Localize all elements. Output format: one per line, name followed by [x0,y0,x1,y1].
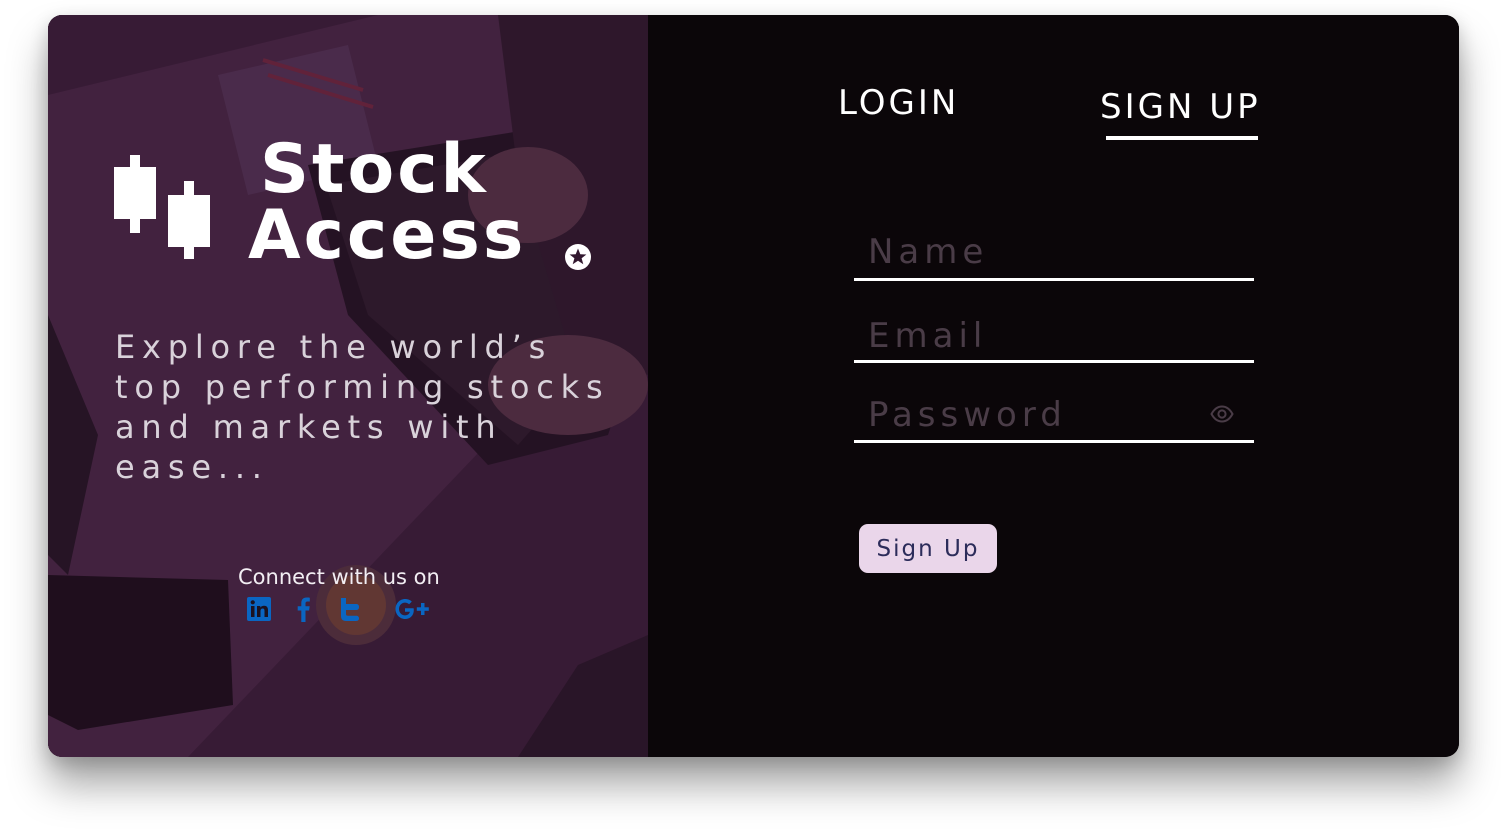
connect-label: Connect with us on [238,565,440,589]
linkedin-icon[interactable] [246,595,272,623]
brand-name-line2: Access [248,196,527,275]
sign-up-button[interactable]: Sign Up [859,524,997,573]
star-badge-icon [565,244,591,270]
auth-card: Stock Access Explore the world’s top per… [48,15,1459,757]
password-field [854,391,1254,443]
brand-panel: Stock Access Explore the world’s top per… [48,15,648,757]
auth-form-panel: LOGIN SIGN UP Sign Up [648,15,1459,757]
twitter-icon[interactable] [339,595,361,623]
active-tab-indicator [1106,136,1258,140]
tab-login[interactable]: LOGIN [838,83,959,123]
eye-icon[interactable] [1210,405,1234,423]
brand-name: Stock Access [248,130,527,275]
facebook-icon[interactable] [295,595,311,623]
tab-signup[interactable]: SIGN UP [1100,87,1261,127]
name-field [854,228,1254,281]
candlestick-logo-icon [114,155,210,259]
password-input[interactable] [854,391,1208,439]
name-input[interactable] [854,228,1208,276]
tagline: Explore the world’s top performing stock… [115,328,610,486]
brand-name-line1: Stock [260,130,489,209]
google-plus-icon[interactable] [394,595,432,623]
email-field [854,312,1254,363]
email-input[interactable] [854,312,1208,360]
